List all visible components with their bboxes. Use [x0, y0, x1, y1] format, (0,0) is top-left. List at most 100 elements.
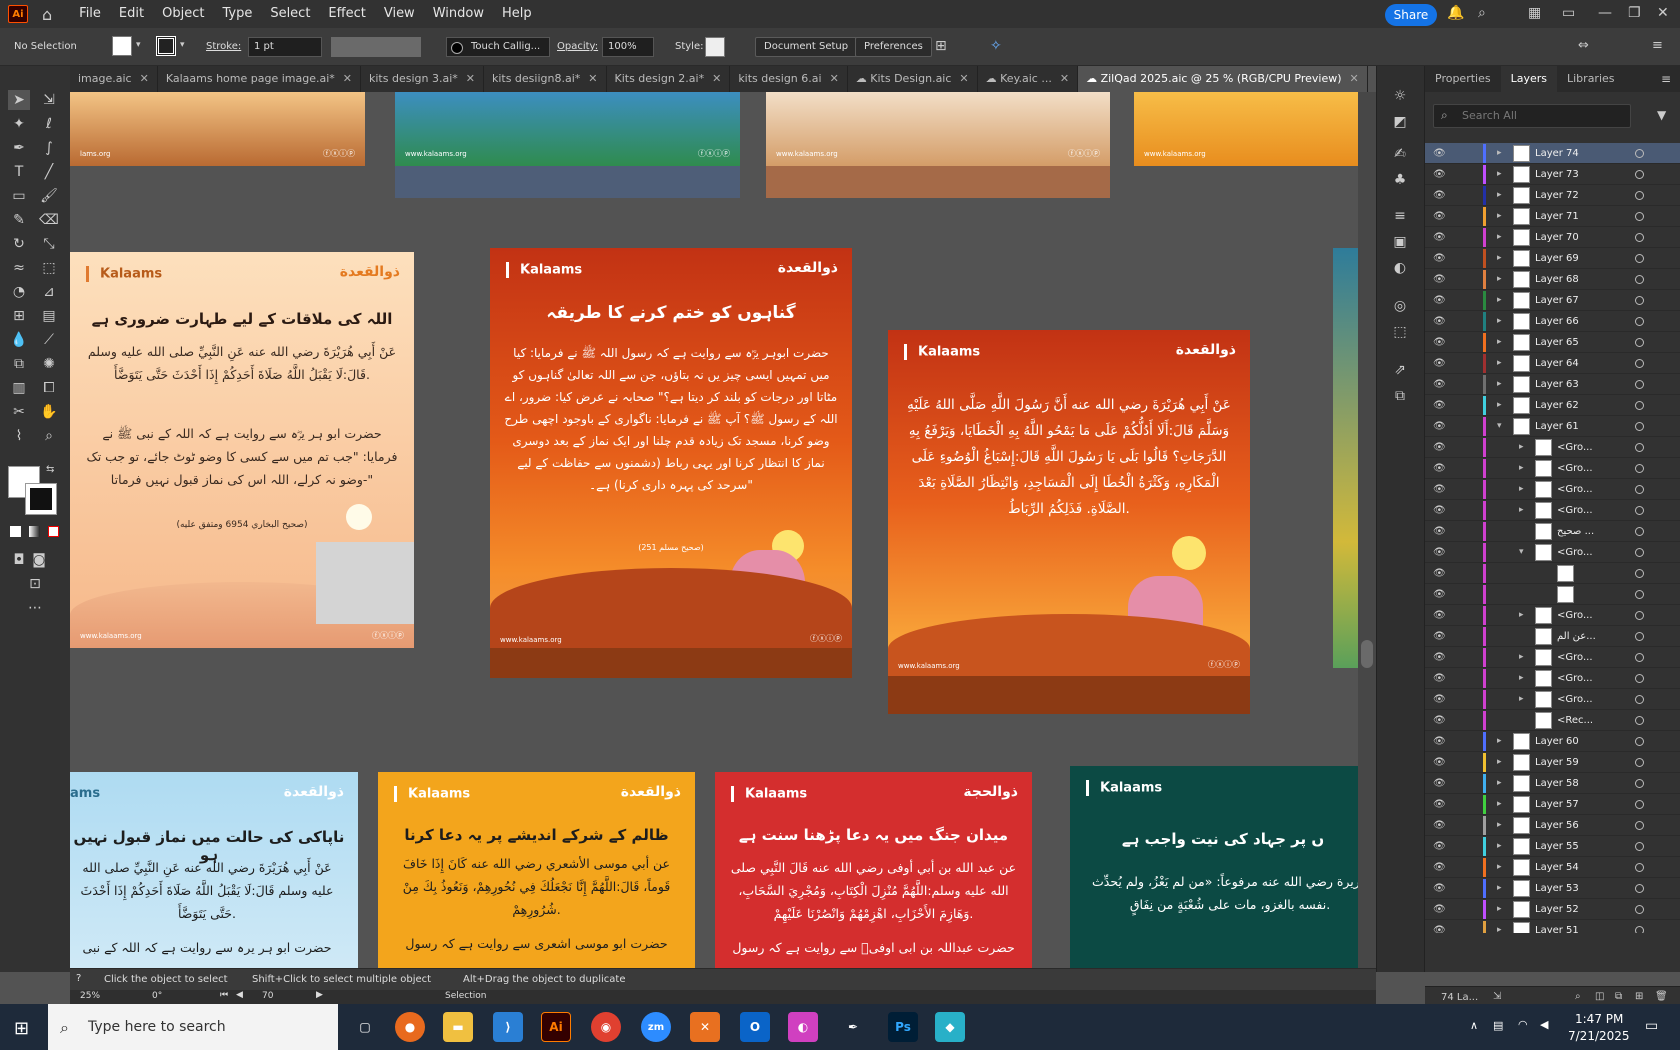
- layer-name[interactable]: Layer 58: [1535, 778, 1579, 789]
- close-icon[interactable]: ✕: [959, 72, 968, 85]
- artboard-market[interactable]: www.kalaams.org ⓕⓧⓘⓟ: [766, 92, 1110, 166]
- menu-object[interactable]: Object: [153, 0, 213, 28]
- preferences-button[interactable]: Preferences: [855, 37, 932, 57]
- layer-row[interactable]: 👁 عن الم...: [1425, 626, 1680, 647]
- chevron-right-icon[interactable]: ▸: [1497, 736, 1502, 746]
- minimize-icon[interactable]: —: [1598, 5, 1612, 21]
- curvature-icon[interactable]: ∫: [38, 138, 60, 158]
- layer-row[interactable]: 👁 ▸ Layer 60: [1425, 731, 1680, 752]
- new-layer-icon[interactable]: ⊞: [1635, 991, 1643, 1002]
- chevron-right-icon[interactable]: ▸: [1519, 505, 1524, 515]
- layer-row[interactable]: 👁 ▾ Layer 61: [1425, 416, 1680, 437]
- layer-name[interactable]: Layer 68: [1535, 274, 1579, 285]
- eye-icon[interactable]: 👁: [1433, 715, 1446, 726]
- eye-icon[interactable]: 👁: [1433, 547, 1446, 558]
- line-tool-icon[interactable]: ╱: [38, 162, 60, 182]
- target-icon[interactable]: [1635, 253, 1644, 263]
- layer-row[interactable]: 👁 ▸ <Gro...: [1425, 458, 1680, 479]
- wifi-icon[interactable]: ◠: [1518, 1018, 1528, 1031]
- outlook-icon[interactable]: O: [740, 1012, 770, 1042]
- perspective-icon[interactable]: ⊿: [38, 282, 60, 302]
- eye-icon[interactable]: 👁: [1433, 442, 1446, 453]
- layer-row[interactable]: 👁 ▸ Layer 58: [1425, 773, 1680, 794]
- windows-start-icon[interactable]: ⊞: [14, 1018, 29, 1039]
- target-icon[interactable]: [1635, 148, 1644, 158]
- direct-selection-tool-icon[interactable]: ⇲: [38, 90, 60, 110]
- layer-row[interactable]: 👁 ▸ Layer 65: [1425, 332, 1680, 353]
- layer-name[interactable]: Layer 61: [1535, 421, 1579, 432]
- tab-document[interactable]: kits design 3.ai* ✕: [361, 66, 484, 92]
- magic-wand-icon[interactable]: ✦: [8, 114, 30, 134]
- layer-row[interactable]: 👁 ▸ Layer 59: [1425, 752, 1680, 773]
- layer-name[interactable]: Layer 57: [1535, 799, 1579, 810]
- close-icon[interactable]: ✕: [1060, 72, 1069, 85]
- tab-document[interactable]: kits desiign8.ai* ✕: [484, 66, 607, 92]
- eye-icon[interactable]: 👁: [1433, 337, 1446, 348]
- layer-row[interactable]: 👁 ▸ Layer 57: [1425, 794, 1680, 815]
- target-icon[interactable]: [1635, 694, 1644, 704]
- target-icon[interactable]: [1635, 484, 1644, 494]
- chevron-right-icon[interactable]: ▸: [1497, 169, 1502, 179]
- delete-icon[interactable]: 🗑: [1655, 991, 1668, 1002]
- eye-icon[interactable]: 👁: [1433, 757, 1446, 768]
- menu-select[interactable]: Select: [261, 0, 319, 28]
- artboard-battlefield[interactable]: Kalaams ذوالحجة میدان جنگ میں یہ دعا پڑھ…: [715, 772, 1032, 968]
- tab-document-active[interactable]: ☁ ZilQad 2025.aic @ 25 % (RGB/CPU Previe…: [1078, 66, 1368, 92]
- screen-mode-icon[interactable]: ⊡: [24, 574, 46, 594]
- target-icon[interactable]: [1635, 610, 1644, 620]
- blend-icon[interactable]: ⧉: [8, 354, 30, 374]
- target-icon[interactable]: [1635, 526, 1644, 536]
- target-icon[interactable]: [1635, 190, 1644, 200]
- layer-row[interactable]: 👁 صحیح ...: [1425, 521, 1680, 542]
- filter-icon[interactable]: ▼: [1657, 108, 1666, 122]
- paint-icon[interactable]: ◐: [788, 1012, 818, 1042]
- artboards-icon[interactable]: ⬚: [1389, 322, 1411, 342]
- tab-document[interactable]: Kalaams home page image.ai* ✕: [158, 66, 361, 92]
- chevron-right-icon[interactable]: ▸: [1497, 274, 1502, 284]
- chevron-right-icon[interactable]: ▸: [1497, 253, 1502, 263]
- chevron-right-icon[interactable]: ▸: [1519, 610, 1524, 620]
- tab-document[interactable]: ☁ Kits Design.aic ✕: [848, 66, 978, 92]
- stroke-label[interactable]: Stroke:: [206, 41, 241, 52]
- xampp-icon[interactable]: ✕: [690, 1012, 720, 1042]
- close-icon[interactable]: ✕: [588, 72, 597, 85]
- layer-name[interactable]: Layer 55: [1535, 841, 1579, 852]
- selection-tool-icon[interactable]: ➤: [8, 90, 30, 110]
- artboard-impurity[interactable]: ams ذوالقعدة ناپاکی کی حالت میں نماز قبو…: [70, 772, 358, 968]
- chevron-down-icon[interactable]: ▾: [180, 40, 185, 50]
- bell-icon[interactable]: 🔔: [1447, 5, 1464, 21]
- menu-edit[interactable]: Edit: [110, 0, 153, 28]
- target-icon[interactable]: [1635, 337, 1644, 347]
- target-icon[interactable]: [1635, 862, 1644, 872]
- eyedropper-icon[interactable]: 💧: [8, 330, 30, 350]
- zoom-icon[interactable]: zm: [641, 1012, 671, 1042]
- layer-name[interactable]: عن الم...: [1557, 631, 1596, 642]
- help-icon[interactable]: ?: [76, 973, 81, 984]
- eye-icon[interactable]: 👁: [1433, 295, 1446, 306]
- more-tools-icon[interactable]: ⋯: [24, 598, 46, 618]
- opacity-label[interactable]: Opacity:: [557, 41, 598, 52]
- target-icon[interactable]: [1635, 673, 1644, 683]
- document-setup-button[interactable]: Document Setup: [755, 37, 858, 57]
- layer-name[interactable]: <Gro...: [1557, 484, 1593, 495]
- eye-icon[interactable]: 👁: [1433, 610, 1446, 621]
- color-icon[interactable]: ◎: [1389, 296, 1411, 316]
- eye-icon[interactable]: 👁: [1433, 190, 1446, 201]
- target-icon[interactable]: [1635, 778, 1644, 788]
- symbols-icon[interactable]: ♣: [1389, 170, 1411, 190]
- tab-layers[interactable]: Layers: [1500, 66, 1557, 92]
- layer-name[interactable]: <Gro...: [1557, 505, 1593, 516]
- artboard-icon[interactable]: ⧠: [38, 378, 60, 398]
- style-swatch[interactable]: [705, 37, 725, 57]
- eye-icon[interactable]: 👁: [1433, 211, 1446, 222]
- chevron-right-icon[interactable]: ▸: [1497, 211, 1502, 221]
- locate-object-icon[interactable]: ⌕: [1575, 991, 1581, 1002]
- slice-icon[interactable]: ✂: [8, 402, 30, 422]
- color-mode-icon[interactable]: [10, 526, 21, 537]
- eye-icon[interactable]: 👁: [1433, 505, 1446, 516]
- eye-icon[interactable]: 👁: [1433, 778, 1446, 789]
- app-icon[interactable]: ◆: [935, 1012, 965, 1042]
- eye-icon[interactable]: 👁: [1433, 862, 1446, 873]
- file-explorer-icon[interactable]: ▬: [443, 1012, 473, 1042]
- gradient-mode-icon[interactable]: [29, 526, 40, 537]
